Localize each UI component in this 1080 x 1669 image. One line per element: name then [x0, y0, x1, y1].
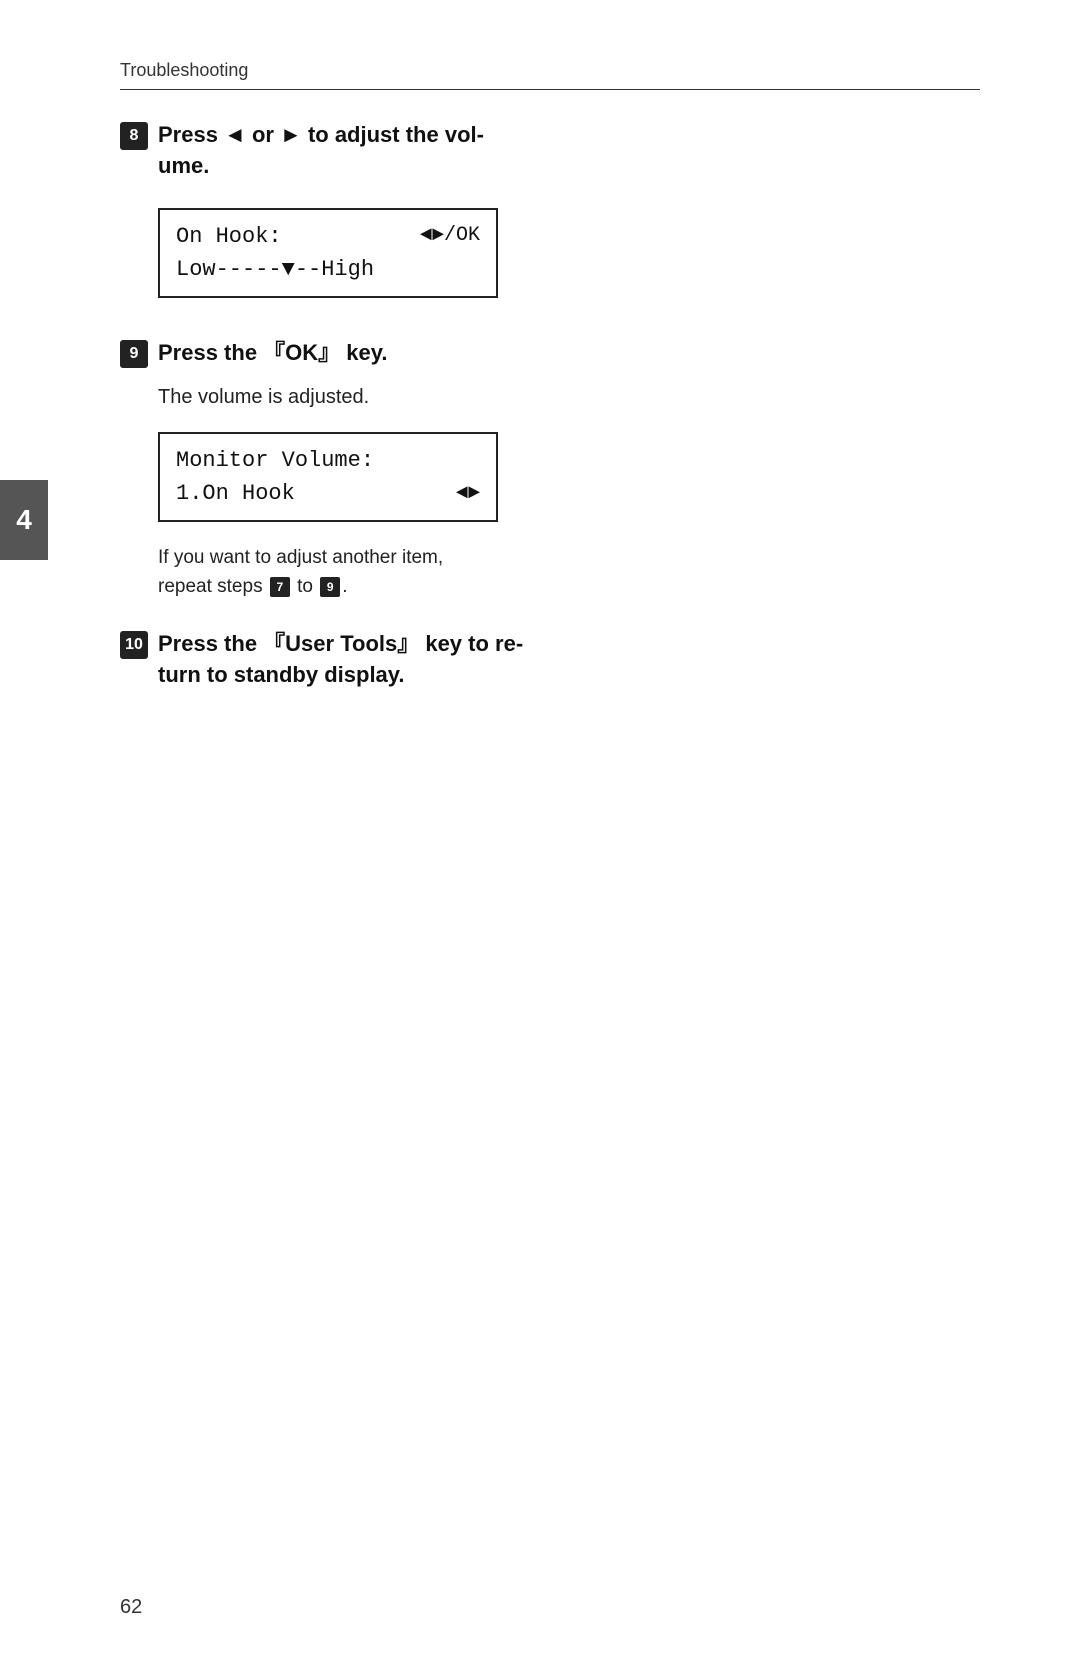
step-8-block: 8 Press ◄ or ► to adjust the vol-ume. On…: [120, 120, 980, 310]
step-9-line: 9 Press the 『OK』 key.: [120, 338, 980, 369]
step-ref-9: 9: [320, 577, 340, 597]
step-8-lcd-line2-left: Low-----▼--High: [176, 253, 374, 286]
step-10-number: 10: [120, 631, 148, 659]
page-header: Troubleshooting: [120, 60, 980, 90]
step-9-note: If you want to adjust another item, repe…: [158, 544, 980, 601]
step-9-lcd-line2: 1.On Hook ◄►: [176, 477, 480, 510]
step-10-text: Press the 『User Tools』 key to re-turn to…: [158, 629, 523, 691]
step-10-block: 10 Press the 『User Tools』 key to re-turn…: [120, 629, 980, 691]
step-9-lcd-line2-right: ◄►: [456, 479, 480, 509]
step-8-lcd-line1-right: ◄►/OK: [420, 221, 480, 251]
chapter-tab-label: 4: [16, 504, 32, 536]
step-8-lcd-line2: Low-----▼--High: [176, 253, 480, 286]
step-9-lcd: Monitor Volume: 1.On Hook ◄►: [158, 432, 498, 522]
step-8-text: Press ◄ or ► to adjust the vol-ume.: [158, 120, 484, 182]
step-8-number: 8: [120, 122, 148, 150]
page-container: 4 Troubleshooting 8 Press ◄ or ► to adju…: [0, 0, 1080, 1669]
section-title: Troubleshooting: [120, 60, 248, 80]
step-9-lcd-line2-left: 1.On Hook: [176, 477, 295, 510]
step-8-line: 8 Press ◄ or ► to adjust the vol-ume.: [120, 120, 980, 182]
chapter-tab: 4: [0, 480, 48, 560]
page-number: 62: [120, 1596, 142, 1619]
step-8-lcd-line1: On Hook: ◄►/OK: [176, 220, 480, 253]
step-9-block: 9 Press the 『OK』 key. The volume is adju…: [120, 338, 980, 602]
step-9-number: 9: [120, 340, 148, 368]
step-9-body: The volume is adjusted.: [158, 382, 980, 412]
step-9-text: Press the 『OK』 key.: [158, 338, 387, 369]
step-8-lcd: On Hook: ◄►/OK Low-----▼--High: [158, 208, 498, 298]
step-9-lcd-line1: Monitor Volume:: [176, 444, 480, 477]
step-ref-7: 7: [270, 577, 290, 597]
step-10-line: 10 Press the 『User Tools』 key to re-turn…: [120, 629, 980, 691]
step-9-lcd-line1-left: Monitor Volume:: [176, 444, 374, 477]
step-8-lcd-line1-left: On Hook:: [176, 220, 282, 253]
